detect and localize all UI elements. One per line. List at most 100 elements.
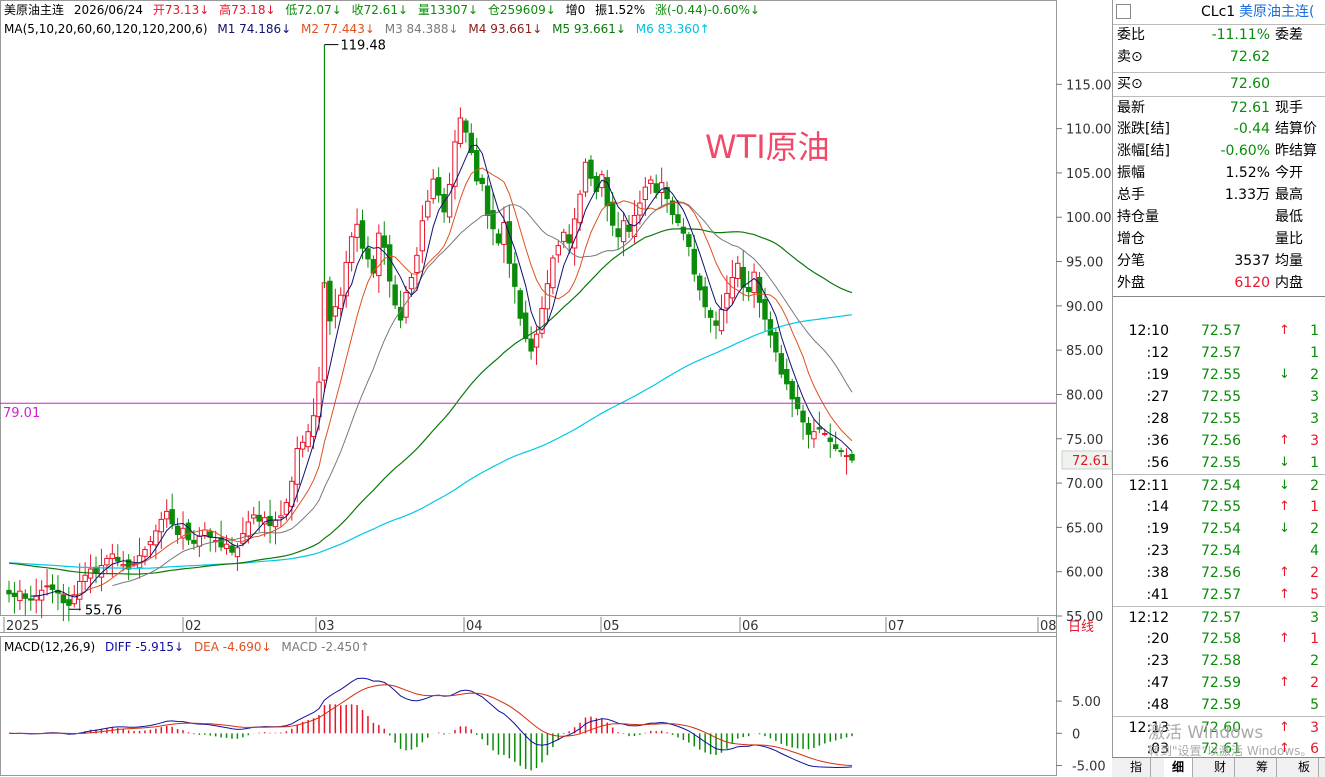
tick-time: :48 — [1146, 697, 1169, 713]
field-label-right: 内盘 — [1275, 275, 1303, 291]
macd-plot-frame — [0, 636, 1057, 776]
tick-row: 12:10 72.57 ↑ 1 — [1113, 320, 1325, 342]
candle-body — [408, 276, 415, 290]
candle-body — [294, 448, 300, 485]
close-value: 收72.61↓ — [351, 3, 409, 17]
quote-field-row: 振幅 1.52% 今开 — [1113, 162, 1325, 184]
macd-tick-label: -5.00 — [1072, 760, 1106, 775]
tick-quantity: 3 — [1310, 610, 1319, 626]
candle-body — [566, 234, 572, 244]
candle-body — [202, 529, 208, 537]
tick-price: 72.54 — [1201, 521, 1242, 537]
candle-body — [66, 599, 72, 606]
tick-time: :56 — [1146, 455, 1169, 471]
candle-body — [289, 480, 295, 507]
candle-body — [174, 525, 181, 535]
panel-tab[interactable]: 指 — [1122, 758, 1151, 777]
instrument-name: 美原油主连 — [4, 3, 65, 17]
tick-direction: ↓ — [1279, 478, 1290, 493]
candle-body — [387, 244, 393, 282]
ma-m5: M5 93.661↓ — [552, 22, 626, 36]
candle-body — [495, 233, 502, 244]
last-price-label: 72.61 — [1072, 454, 1109, 469]
candle-body — [816, 427, 823, 430]
chart-annotation: WTI原油 — [705, 128, 830, 166]
field-value: 72.60 — [1229, 76, 1270, 92]
panel-tab[interactable]: 筹 — [1248, 758, 1277, 777]
y-tick-label: 85.00 — [1066, 344, 1103, 359]
tick-price: 72.57 — [1201, 323, 1242, 339]
candle-body — [849, 454, 855, 461]
candlestick-chart[interactable]: 115.00 110.00 105.00 100.00 95.00 90.00 85.00 8… — [0, 0, 1112, 776]
macd-diff-line — [8, 677, 853, 769]
field-label-right: 现手 — [1275, 100, 1303, 116]
tick-price: 72.57 — [1201, 610, 1242, 626]
panel-tab[interactable]: 财 — [1206, 758, 1235, 777]
candle-body — [697, 275, 703, 291]
candle-body — [272, 519, 279, 528]
tick-row: :19 72.54 ↓ 2 — [1113, 518, 1325, 540]
candle-body — [773, 332, 779, 353]
candle-body — [430, 178, 436, 200]
candle-body — [789, 381, 795, 400]
candle-body — [414, 254, 420, 274]
quote-field-row: 总手 1.33万 最高 — [1113, 184, 1325, 206]
candle-body — [512, 263, 518, 287]
candle-body — [463, 120, 469, 133]
x-tick-label: 03 — [318, 619, 335, 634]
tick-time: :14 — [1146, 499, 1169, 515]
candle-body — [22, 593, 29, 599]
quote-field-row: 最新 72.61 现手 — [1113, 96, 1325, 119]
candle-body — [778, 353, 784, 375]
field-label-right: 量比 — [1275, 231, 1303, 247]
activation-watermark-sub: 转到"设置"以激活 Windows。 — [1148, 744, 1313, 758]
panel-tab[interactable]: 板 — [1290, 758, 1319, 777]
field-label: 买⊙ — [1117, 76, 1143, 92]
field-label-right: 均量 — [1275, 253, 1303, 269]
candle-body — [191, 539, 197, 544]
candle-body — [185, 522, 192, 541]
candle-body — [740, 266, 746, 288]
candle-body — [762, 299, 768, 320]
candle-body — [745, 286, 752, 293]
tick-quantity: 1 — [1310, 345, 1319, 361]
tick-price: 72.56 — [1201, 565, 1242, 581]
macd-legend: MACD(12,26,9) DIFF -5.915↓ DEA -4.690↓ M… — [4, 639, 376, 655]
candle-body — [702, 286, 708, 308]
tick-time: :27 — [1146, 389, 1169, 405]
field-value: -11.11% — [1211, 27, 1270, 43]
candle-body — [713, 320, 719, 326]
tick-quantity: 2 — [1310, 521, 1319, 537]
field-value: 1.33万 — [1224, 187, 1270, 203]
quote-field-row: 增仓 量比 — [1113, 228, 1325, 250]
candle-body — [17, 590, 23, 602]
tick-quantity: 3 — [1310, 433, 1319, 449]
amplitude-value: 振1.52% — [595, 3, 646, 17]
chart-area[interactable]: 115.00 110.00 105.00 100.00 95.00 90.00 85.00 8… — [0, 0, 1112, 776]
candle-body — [115, 556, 121, 562]
panel-menu-icon[interactable] — [1116, 4, 1131, 19]
tick-time: :36 — [1146, 433, 1169, 449]
field-label: 卖⊙ — [1117, 49, 1143, 65]
candle-body — [11, 592, 18, 598]
tick-time: :23 — [1146, 653, 1169, 669]
quote-panel: CLc1 美原油主连( 委比 -11.11% 委差 卖⊙ 72.62 买⊙ 72.60 最新 7… — [1112, 0, 1325, 776]
field-label: 总手 — [1117, 187, 1145, 203]
ma-m2: M2 77.443↓ — [301, 22, 375, 36]
field-label: 涨幅[结] — [1117, 143, 1170, 159]
tick-price: 72.55 — [1201, 389, 1242, 405]
candle-body — [686, 234, 692, 247]
candle-body — [327, 280, 333, 322]
panel-tabs[interactable]: 指细财筹板 — [1112, 757, 1325, 777]
high-marker-label: 119.48 — [340, 39, 386, 54]
y-tick-label: 115.00 — [1066, 78, 1112, 93]
quote-field-row: 委比 -11.11% 委差 — [1113, 24, 1325, 46]
y-tick-label: 65.00 — [1066, 521, 1103, 536]
panel-tab[interactable]: 细 — [1164, 758, 1193, 777]
candle-body — [153, 530, 159, 546]
tick-quantity: 2 — [1310, 367, 1319, 383]
field-value: 72.61 — [1229, 100, 1270, 116]
candle-body — [544, 283, 551, 310]
candle-body — [305, 431, 311, 448]
field-label: 持仓量 — [1117, 209, 1159, 225]
